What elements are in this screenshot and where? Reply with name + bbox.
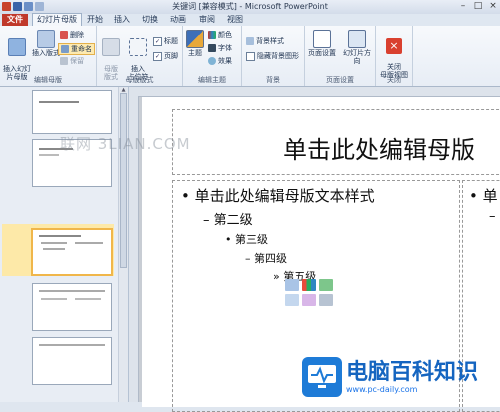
tab-review[interactable]: 审阅 (196, 14, 218, 26)
insert-clipart-icon[interactable] (302, 294, 316, 306)
level-3-text: • 第三级 (225, 233, 268, 246)
close-window-icon[interactable]: × (485, 0, 500, 13)
level-1-text: • 单击此处编辑母版文本样式 (181, 187, 375, 205)
fonts-button[interactable]: 字体 (208, 43, 232, 53)
group-page-setup: 页面设置 幻灯片方向 页面设置 (305, 26, 376, 86)
ribbon-tabs: 文件 幻灯片母版 开始 插入 切换 动画 审阅 视图 (0, 13, 500, 27)
footer-check-icon: ✓ (153, 51, 162, 61)
colors-icon (208, 31, 216, 39)
right-level-1-text: • 单 (469, 187, 498, 205)
layout-thumbnail[interactable] (32, 90, 112, 134)
insert-table-icon[interactable] (285, 279, 299, 291)
scrollbar-thumb[interactable] (120, 93, 127, 268)
slide-orientation-button[interactable]: 幻灯片方向 (340, 30, 374, 65)
background-styles-icon (246, 37, 254, 45)
preserve-icon (60, 57, 68, 65)
content-insert-icons (285, 279, 333, 306)
colors-button[interactable]: 颜色 (208, 30, 232, 40)
layout-thumbnail[interactable] (32, 337, 112, 385)
site-logo: 电脑百科知识 www.pc-daily.com (302, 352, 500, 402)
insert-picture-icon[interactable] (285, 294, 299, 306)
rename-button[interactable]: 重命名 (58, 43, 95, 55)
themes-icon (186, 30, 204, 48)
title-placeholder[interactable]: 单击此处编辑母版 (172, 109, 500, 175)
rename-icon (61, 45, 69, 53)
group-label-edit-master: 编辑母版 (34, 76, 62, 84)
effects-button[interactable]: 效果 (208, 56, 232, 66)
master-layout-button[interactable]: 母版 版式 (99, 30, 123, 81)
fonts-icon (208, 44, 216, 52)
level-2-text: – 第二级 (203, 213, 253, 228)
footer-checkbox[interactable]: ✓ 页脚 (153, 51, 178, 61)
hide-background-checkbox[interactable]: 隐藏背景图形 (246, 51, 299, 61)
master-layout-icon (102, 38, 120, 56)
preserve-button[interactable]: 保留 (60, 56, 84, 66)
insert-smartart-icon[interactable] (319, 279, 333, 291)
delete-button[interactable]: 删除 (60, 30, 84, 40)
layout-thumbnail[interactable] (32, 283, 112, 331)
logo-url: www.pc-daily.com (346, 384, 418, 394)
title-check-icon: ✓ (153, 36, 162, 46)
ribbon: 插入幻灯 片母版 插入版式 删除 重命名 保留 编辑母版 母版 版式 插入 占位… (0, 26, 500, 87)
effects-icon (208, 57, 216, 65)
insert-media-icon[interactable] (319, 294, 333, 306)
group-label-edit-theme: 编辑主题 (198, 76, 226, 84)
maximize-icon[interactable]: □ (470, 0, 486, 13)
insert-slide-master-button[interactable]: 插入幻灯 片母版 (2, 30, 32, 81)
close-master-view-button[interactable]: × 关闭 母版视图 (378, 30, 410, 79)
background-styles-button[interactable]: 背景样式 (246, 36, 284, 46)
group-label-close: 关闭 (387, 76, 401, 84)
insert-placeholder-icon (129, 38, 147, 56)
delete-icon (60, 31, 68, 39)
layout-thumbnail-selected[interactable] (31, 228, 113, 276)
title-placeholder-text: 单击此处编辑母版 (283, 136, 475, 164)
page-setup-icon (313, 30, 331, 48)
logo-name: 电脑百科知识 (346, 359, 479, 385)
insert-chart-icon[interactable] (302, 279, 316, 291)
page-setup-button[interactable]: 页面设置 (305, 30, 339, 57)
tab-transitions[interactable]: 切换 (139, 14, 161, 26)
tab-animations[interactable]: 动画 (167, 14, 189, 26)
hide-background-check-icon (246, 51, 255, 61)
level-4-text: – 第四级 (245, 252, 287, 265)
watermark: 联网 3LIAN.COM (60, 135, 191, 153)
right-level-2-dash: – (489, 209, 496, 224)
group-edit-master: 插入幻灯 片母版 插入版式 删除 重命名 保留 编辑母版 (0, 26, 97, 86)
group-label-background: 背景 (266, 76, 280, 84)
insert-layout-icon (37, 30, 55, 48)
group-background: 背景样式 隐藏背景图形 背景 (242, 26, 305, 86)
tab-file[interactable]: 文件 (2, 14, 28, 26)
window-title: 关键词 [兼容模式] - Microsoft PowerPoint (172, 2, 328, 11)
title-checkbox[interactable]: ✓ 标题 (153, 36, 178, 46)
group-label-master-layout: 母版版式 (125, 76, 154, 84)
group-close: × 关闭 母版视图 关闭 (376, 26, 413, 86)
insert-layout-button[interactable]: 插入版式 (32, 30, 60, 57)
tab-slide-master[interactable]: 幻灯片母版 (32, 13, 82, 27)
slide-orientation-icon (348, 30, 366, 48)
close-master-view-icon: × (386, 38, 402, 54)
themes-button[interactable]: 主题 (185, 30, 205, 57)
tab-home[interactable]: 开始 (84, 14, 106, 26)
group-master-layout: 母版 版式 插入 占位符 ✓ 标题 ✓ 页脚 母版版式 (97, 26, 183, 86)
insert-placeholder-button[interactable]: 插入 占位符 (124, 30, 152, 81)
tab-insert[interactable]: 插入 (111, 14, 133, 26)
insert-slide-master-icon (8, 38, 26, 56)
group-edit-theme: 主题 颜色 字体 效果 编辑主题 (183, 26, 242, 86)
group-label-page-setup: 页面设置 (326, 76, 354, 84)
minimize-icon[interactable]: – (455, 0, 471, 13)
horizontal-ruler (129, 87, 500, 97)
monitor-logo-icon (302, 357, 342, 397)
tab-view[interactable]: 视图 (224, 14, 246, 26)
